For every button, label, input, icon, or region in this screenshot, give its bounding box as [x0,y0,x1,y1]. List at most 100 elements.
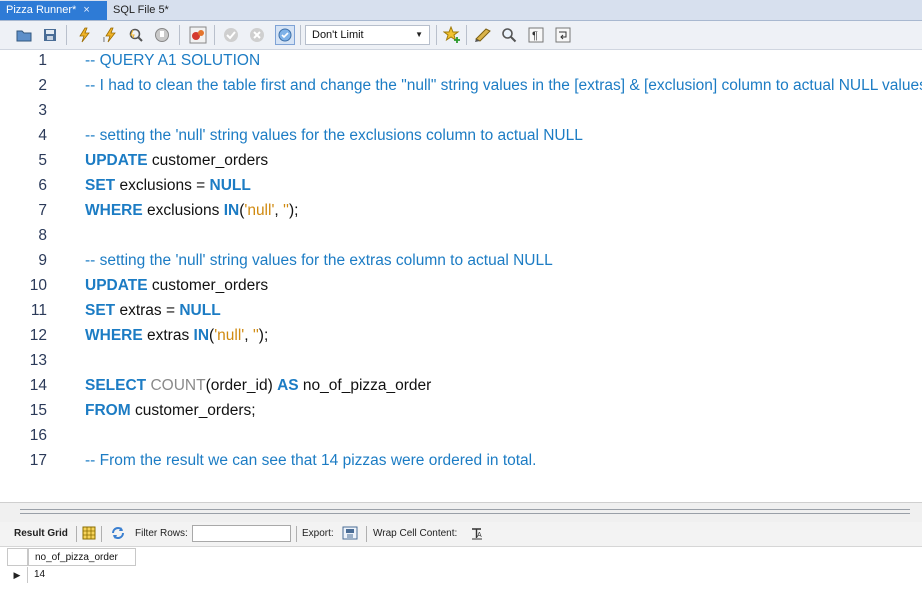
chevron-down-icon: ▼ [415,30,423,39]
code-line[interactable]: 4 -- setting the 'null' string values for… [0,125,922,150]
close-tab-icon[interactable]: × [83,4,89,16]
bookmark-icon[interactable] [442,25,462,45]
limit-rows-select[interactable]: Don't Limit ▼ [305,25,430,45]
result-toolbar: Result Grid Filter Rows: Export: Wrap Ce… [0,522,922,547]
sql-token: , [274,202,284,219]
execute-selection-icon[interactable]: I [100,25,120,45]
line-number: 8 [38,227,47,244]
filter-rows-input[interactable] [192,525,291,542]
beautify-icon[interactable] [473,25,493,45]
code-line[interactable]: 17 -- From the result we can see that 14 … [0,450,922,475]
code-line[interactable]: 7 WHERE exclusions IN('null', ''); [0,200,922,225]
invisible-chars-icon[interactable]: ¶ [526,25,546,45]
stop-icon[interactable] [152,25,172,45]
code-line[interactable]: 6 SET exclusions = NULL [0,175,922,200]
sql-keyword: WHERE [85,327,143,344]
code-line[interactable]: 1 -- QUERY A1 SOLUTION [0,50,922,75]
wrap-cell-icon[interactable]: A [470,527,484,543]
panel-splitter[interactable] [0,502,922,522]
code-line[interactable]: 14 SELECT COUNT(order_id) AS no_of_pizza_… [0,375,922,400]
sql-comment: -- setting the 'null' string values for … [85,127,583,144]
code-text[interactable]: -- setting the 'null' string values for … [85,125,583,147]
tab-sql-file-5[interactable]: SQL File 5* [107,1,187,20]
code-line[interactable]: 11 SET extras = NULL [0,300,922,325]
commit-icon[interactable] [221,25,241,45]
code-line[interactable]: 10 UPDATE customer_orders [0,275,922,300]
execute-icon[interactable] [74,25,94,45]
grid-corner[interactable] [7,548,28,566]
limit-value: Don't Limit [312,29,364,41]
grid-view-icon[interactable] [82,526,96,543]
autocommit-icon[interactable] [275,25,295,45]
sql-token: (order_id) [205,377,278,394]
sql-function: COUNT [146,377,206,394]
code-line[interactable]: 3 [0,100,922,125]
code-text[interactable]: SET exclusions = NULL [85,175,251,197]
result-grid[interactable]: no_of_pizza_order ▶ 14 [0,547,922,610]
find-icon[interactable] [499,25,519,45]
sql-token: customer_orders [147,152,269,169]
toolbar-separator [101,526,102,542]
rollback-icon[interactable] [247,25,267,45]
sql-keyword: FROM [85,402,131,419]
line-number: 1 [38,52,47,69]
code-text[interactable]: FROM customer_orders; [85,400,256,422]
code-line[interactable]: 13 [0,350,922,375]
line-number: 3 [38,102,47,119]
code-line[interactable]: 2 -- I had to clean the table first and c… [0,75,922,100]
result-grid-label[interactable]: Result Grid [14,528,68,539]
line-number: 5 [38,152,47,169]
row-selector-icon[interactable]: ▶ [7,567,28,583]
sql-token: exclusions [142,202,224,219]
save-icon[interactable] [40,25,60,45]
sql-keyword: UPDATE [85,152,148,169]
code-line[interactable]: 8 [0,225,922,250]
sql-string: 'null' [244,202,275,219]
tab-pizza-runner[interactable]: Pizza Runner* × [0,1,107,20]
line-number: 14 [29,377,47,394]
code-text[interactable]: SET extras = NULL [85,300,221,322]
svg-text:¶: ¶ [532,30,538,42]
code-line[interactable]: 12 WHERE extras IN('null', ''); [0,325,922,350]
line-number: 15 [29,402,47,419]
sql-editor[interactable]: 1 -- QUERY A1 SOLUTION 2 -- I had to clean … [0,50,922,502]
code-line[interactable]: 5 UPDATE customer_orders [0,150,922,175]
code-text[interactable]: -- I had to clean the table first and ch… [85,75,922,97]
sql-token: ); [258,327,269,344]
code-text[interactable]: -- setting the 'null' string values for … [85,250,553,272]
open-folder-icon[interactable] [14,25,34,45]
export-icon[interactable] [342,526,358,543]
code-text[interactable]: UPDATE customer_orders [85,150,268,172]
filter-rows-label: Filter Rows: [135,528,188,539]
explain-icon[interactable] [126,25,146,45]
sql-keyword: SELECT [85,377,147,394]
refresh-icon[interactable] [110,526,126,543]
toolbar-separator [214,25,215,45]
toggle-error-icon[interactable] [188,25,208,45]
sql-keyword: AS [277,377,299,394]
code-line[interactable]: 9 -- setting the 'null' string values for… [0,250,922,275]
toolbar-separator [300,25,301,45]
code-text[interactable]: UPDATE customer_orders [85,275,268,297]
tab-label: Pizza Runner* [6,4,77,16]
grid-cell[interactable]: 14 [28,567,136,583]
code-text[interactable]: WHERE exclusions IN('null', ''); [85,200,298,222]
line-number: 4 [38,127,47,144]
code-line[interactable]: 15 FROM customer_orders; [0,400,922,425]
code-line[interactable]: 16 [0,425,922,450]
sql-string: 'null' [214,327,245,344]
sql-token: extras = [115,302,180,319]
column-header[interactable]: no_of_pizza_order [28,548,136,566]
code-text[interactable]: SELECT COUNT(order_id) AS no_of_pizza_or… [85,375,431,397]
splitter-grip[interactable] [20,509,910,514]
sql-comment: -- From the result we can see that 14 pi… [85,452,537,469]
code-text[interactable]: -- From the result we can see that 14 pi… [85,450,536,472]
sql-token: customer_orders; [130,402,256,419]
code-text[interactable]: WHERE extras IN('null', ''); [85,325,268,347]
code-text[interactable]: -- QUERY A1 SOLUTION [85,50,260,72]
wrap-icon[interactable] [553,25,573,45]
sql-comment: -- QUERY A1 SOLUTION [85,52,261,69]
sql-keyword: NULL [179,302,221,319]
line-number: 2 [38,77,47,94]
editor-toolbar: I Don't Limit ▼ ¶ [0,21,922,50]
